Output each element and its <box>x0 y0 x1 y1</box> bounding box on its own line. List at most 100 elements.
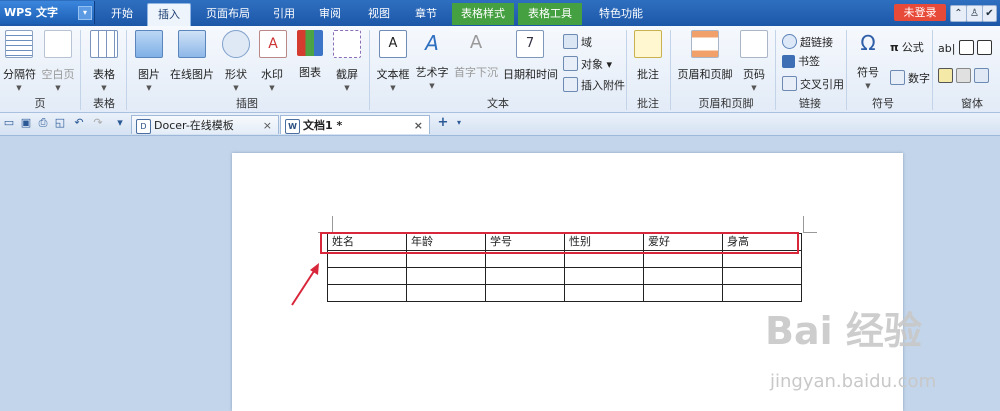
shape-button[interactable]: 形状 ▼ <box>222 30 250 92</box>
table-cell[interactable] <box>406 267 486 285</box>
table-cell[interactable] <box>327 284 407 302</box>
screenshot-label: 截屏 <box>336 68 358 81</box>
protect-form-icon[interactable] <box>974 68 989 83</box>
screenshot-button[interactable]: 截屏 ▼ <box>333 30 361 92</box>
chevron-down-icon: ▼ <box>429 82 435 90</box>
wordart-label: 艺术字 <box>415 66 449 79</box>
wordart-icon: A <box>425 31 439 55</box>
customize-toolbar-icon[interactable]: ▾ <box>113 116 127 130</box>
form-controls-row-2 <box>938 68 992 84</box>
tab-table-style[interactable]: 表格样式 <box>452 3 514 25</box>
symbol-label: 符号 <box>857 66 879 79</box>
chevron-down-icon[interactable]: ▾ <box>452 116 466 130</box>
table-cell[interactable] <box>327 267 407 285</box>
tab-references[interactable]: 引用 <box>264 3 304 25</box>
doc-tab-document1[interactable]: W 文档1 * × <box>280 115 430 134</box>
hyperlink-button[interactable]: 超链接 <box>782 34 833 50</box>
insert-attachment-button[interactable]: 插入附件 <box>563 77 625 93</box>
eraser-icon[interactable] <box>956 68 971 83</box>
help-icon[interactable]: ✔ <box>982 5 997 22</box>
group-label-page: 页 <box>34 97 46 110</box>
picture-button[interactable]: 图片 ▼ <box>134 30 164 92</box>
textfield-control-icon[interactable]: ab| <box>938 42 955 55</box>
undo-icon[interactable]: ↶ <box>72 116 86 130</box>
open-folder-icon[interactable]: ▭ <box>2 116 16 130</box>
checkbox-control-icon[interactable] <box>959 40 975 55</box>
table-cell[interactable] <box>722 284 802 302</box>
comment-label: 批注 <box>637 68 659 81</box>
tab-chapter[interactable]: 章节 <box>405 3 447 25</box>
table-cell[interactable] <box>564 284 644 302</box>
online-picture-icon <box>178 30 206 58</box>
datetime-button[interactable]: 7 日期和时间 <box>503 30 558 82</box>
field-button[interactable]: 域 <box>563 34 592 50</box>
crop-mark <box>332 216 333 232</box>
table-cell[interactable] <box>643 267 723 285</box>
shading-control-icon[interactable] <box>938 68 953 83</box>
tab-page-layout[interactable]: 页面布局 <box>196 3 260 25</box>
chevron-down-icon[interactable]: ▾ <box>78 6 92 20</box>
pi-icon: π <box>890 41 899 54</box>
skin-icon[interactable]: ♙ <box>966 5 983 22</box>
app-name: WPS 文字 <box>4 6 58 19</box>
print-preview-icon[interactable]: ◱ <box>53 116 67 130</box>
doc-tab-docer-templates[interactable]: D Docer-在线模板 × <box>131 115 279 134</box>
chart-label: 图表 <box>299 66 321 79</box>
table-cell[interactable] <box>406 284 486 302</box>
table-cell[interactable] <box>485 267 565 285</box>
redo-icon[interactable]: ↷ <box>91 116 105 130</box>
group-separator <box>932 30 933 110</box>
dropdown-control-icon[interactable] <box>977 40 993 55</box>
tab-table-tools[interactable]: 表格工具 <box>518 3 582 25</box>
field-label: 域 <box>581 36 592 49</box>
screenshot-icon <box>333 30 361 58</box>
blank-page-icon <box>44 30 72 58</box>
page-break-button[interactable]: 分隔符 ▼ <box>3 30 36 92</box>
table-cell[interactable] <box>643 284 723 302</box>
comment-button[interactable]: 批注 <box>633 30 663 82</box>
table-cell[interactable] <box>485 284 565 302</box>
chevron-down-icon: ▼ <box>101 84 107 92</box>
crossref-icon <box>782 76 797 91</box>
tab-view[interactable]: 视图 <box>359 3 399 25</box>
number-button[interactable]: 数字 <box>890 70 930 86</box>
table-button[interactable]: 表格 ▼ <box>89 30 119 92</box>
chart-icon <box>297 30 323 56</box>
dropcap-button[interactable]: A 首字下沉 <box>454 30 498 80</box>
paperclip-icon <box>563 77 578 92</box>
new-tab-icon[interactable]: + <box>436 116 450 130</box>
print-icon[interactable]: ⎙ <box>36 116 50 130</box>
number-icon <box>890 70 905 85</box>
close-icon[interactable]: × <box>263 116 272 135</box>
symbol-button[interactable]: Ω 符号 ▼ <box>853 30 883 90</box>
header-footer-button[interactable]: 页眉和页脚 <box>676 30 734 82</box>
tab-insert[interactable]: 插入 <box>147 3 191 26</box>
watermark-button[interactable]: A 水印 ▼ <box>259 30 287 92</box>
wordart-button[interactable]: A 艺术字 ▼ <box>415 30 449 90</box>
chart-button[interactable]: 图表 <box>296 30 324 80</box>
hyperlink-label: 超链接 <box>800 36 833 49</box>
page-number-button[interactable]: 页码 ▼ <box>740 30 768 92</box>
formula-button[interactable]: π 公式 <box>890 41 924 55</box>
tab-review[interactable]: 审阅 <box>310 3 350 25</box>
collapse-ribbon-icon[interactable]: ⌃ <box>950 5 967 22</box>
group-separator <box>775 30 776 110</box>
tab-special-features[interactable]: 特色功能 <box>590 3 652 25</box>
object-button[interactable]: 对象 ▾ <box>563 56 612 72</box>
tab-home[interactable]: 开始 <box>102 3 142 25</box>
table-cell[interactable] <box>722 267 802 285</box>
dropcap-label: 首字下沉 <box>454 66 498 79</box>
bookmark-button[interactable]: 书签 <box>782 55 820 69</box>
header-row-highlight-box <box>320 232 799 254</box>
shape-icon <box>222 30 250 58</box>
app-menu-button[interactable]: WPS 文字 ▾ <box>0 1 95 24</box>
textbox-button[interactable]: A 文本框 ▼ <box>376 30 410 92</box>
crossref-button[interactable]: 交叉引用 <box>782 76 844 92</box>
close-icon[interactable]: × <box>414 116 423 135</box>
table-cell[interactable] <box>564 267 644 285</box>
online-picture-button[interactable]: 在线图片 <box>170 30 214 82</box>
save-icon[interactable]: ▣ <box>19 116 33 130</box>
group-label-text: 文本 <box>487 97 509 110</box>
login-button[interactable]: 未登录 <box>894 4 946 21</box>
blank-page-button[interactable]: 空白页 ▼ <box>41 30 75 92</box>
